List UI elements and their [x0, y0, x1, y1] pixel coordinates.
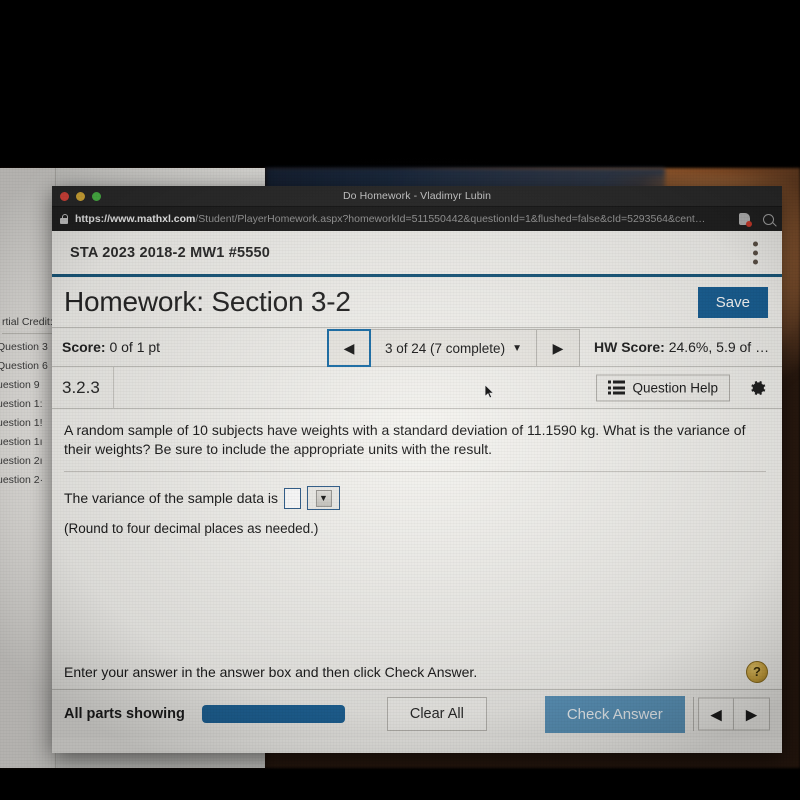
background-sidebar-item-5[interactable]: uestion 1ı: [0, 429, 55, 448]
background-sidebar-item-4[interactable]: uestion 1!: [0, 410, 55, 429]
score-value: 0 of 1 pt: [109, 339, 161, 355]
question-body: A random sample of 10 subjects have weig…: [52, 409, 782, 654]
pager-next-button[interactable]: ▶: [734, 699, 769, 730]
course-title: STA 2023 2018-2 MW1 #5550: [70, 244, 271, 261]
lock-icon: [60, 214, 69, 224]
score-bar: Score: 0 of 1 pt ◀ 3 of 24 (7 complete) …: [52, 327, 782, 367]
pager-divider: [693, 697, 694, 731]
page-title: Homework: Section 3-2: [64, 286, 351, 317]
chevron-down-icon: ▼: [315, 489, 332, 507]
url-host: https://www.mathxl.com: [75, 213, 196, 225]
question-help-button[interactable]: Question Help: [595, 374, 730, 401]
url-bar-actions[interactable]: [739, 213, 774, 227]
browser-url-bar[interactable]: https://www.mathxl.com/Student/PlayerHom…: [52, 207, 782, 231]
progress-bar: [201, 705, 345, 723]
background-sidebar-item-3[interactable]: uestion 1:: [0, 391, 55, 410]
question-navigator[interactable]: ◀ 3 of 24 (7 complete) ▼ ▶: [327, 329, 580, 367]
question-selector-label: 3 of 24 (7 complete): [385, 340, 506, 356]
exercise-number: 3.2.3: [52, 367, 114, 408]
homework-header: Homework: Section 3-2 Save: [52, 277, 782, 327]
background-sidebar-item-7[interactable]: uestion 2·: [0, 467, 55, 486]
score-label: Score:: [62, 339, 106, 355]
next-question-button[interactable]: ▶: [535, 329, 580, 367]
question-text: A random sample of 10 subjects have weig…: [64, 422, 746, 457]
question-selector-dropdown[interactable]: 3 of 24 (7 complete) ▼: [371, 329, 536, 367]
hw-score-display: HW Score: 24.6%, 5.9 of …: [594, 339, 769, 355]
answer-hint-text: Enter your answer in the answer box and …: [64, 663, 478, 680]
bottom-pager[interactable]: ◀ ▶: [698, 697, 770, 731]
unit-select[interactable]: ▼: [307, 486, 341, 510]
list-icon: [607, 380, 626, 395]
window-title: Do Homework - Vladimyr Lubin: [342, 190, 492, 202]
section-bar: 3.2.3 Question Help: [52, 367, 782, 409]
background-sidebar-item-2[interactable]: uestion 9: [0, 372, 55, 391]
window-title-bar: Do Homework - Vladimyr Lubin: [52, 186, 782, 207]
previous-question-button[interactable]: ◀: [327, 329, 371, 367]
course-header-bar: STA 2023 2018-2 MW1 #5550: [52, 231, 782, 274]
background-sidebar-item-0[interactable]: Question 3: [0, 334, 55, 353]
answer-row: The variance of the sample data is ▼: [64, 486, 766, 510]
all-parts-showing-label: All parts showing: [64, 706, 185, 722]
url-text[interactable]: https://www.mathxl.com/Student/PlayerHom…: [75, 213, 729, 225]
mathxl-browser-window: Do Homework - Vladimyr Lubin https://www…: [52, 186, 782, 753]
action-bar: All parts showing Clear All Check Answer…: [52, 690, 782, 738]
background-sidebar-header: rtial Credit:: [2, 316, 53, 328]
check-answer-button[interactable]: Check Answer: [544, 695, 685, 733]
rounding-note: (Round to four decimal places as needed.…: [64, 521, 319, 536]
gear-icon[interactable]: [748, 378, 768, 398]
help-badge-icon[interactable]: ?: [746, 660, 768, 683]
question-divider: [64, 471, 766, 472]
answer-hint-bar: Enter your answer in the answer box and …: [52, 654, 782, 690]
background-sidebar-item-1[interactable]: Question 6: [0, 353, 55, 372]
question-help-label: Question Help: [632, 380, 718, 395]
mathxl-page: STA 2023 2018-2 MW1 #5550 Homework: Sect…: [52, 231, 782, 753]
background-sidebar: rtial Credit: Question 3 Question 6 uest…: [0, 168, 56, 768]
screenshot-stage: S 3 rtial Credit: Question 3 Question 6 …: [0, 0, 800, 800]
save-button[interactable]: Save: [697, 286, 768, 318]
extension-icon[interactable]: [739, 213, 752, 227]
url-path: /Student/PlayerHomework.aspx?homeworkId=…: [195, 213, 706, 225]
answer-prompt: The variance of the sample data is: [64, 490, 279, 506]
hw-score-label: HW Score:: [594, 339, 665, 355]
background-sidebar-item-6[interactable]: uestion 2ı: [0, 448, 55, 467]
clear-all-button[interactable]: Clear All: [386, 697, 487, 731]
chevron-down-icon: ▼: [512, 342, 522, 354]
pager-previous-button[interactable]: ◀: [699, 698, 734, 730]
answer-input[interactable]: [284, 487, 302, 509]
magnifier-icon[interactable]: [763, 213, 774, 225]
kebab-menu-icon[interactable]: [753, 241, 758, 264]
score-display: Score: 0 of 1 pt: [62, 339, 160, 355]
hw-score-value: 24.6%, 5.9 of …: [668, 339, 770, 355]
